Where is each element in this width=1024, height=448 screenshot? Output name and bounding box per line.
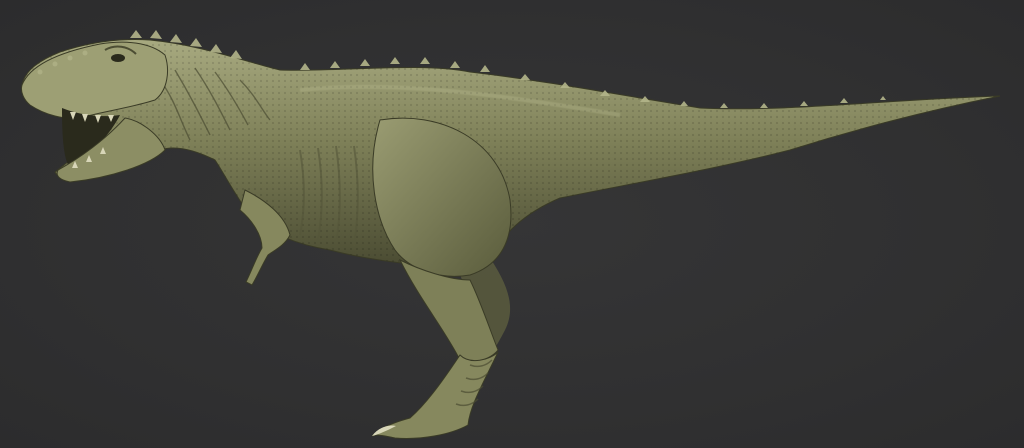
tyrannosaurus-icon <box>21 30 1001 439</box>
foot <box>371 351 499 439</box>
eye <box>111 54 125 62</box>
render-viewport <box>0 0 1024 448</box>
